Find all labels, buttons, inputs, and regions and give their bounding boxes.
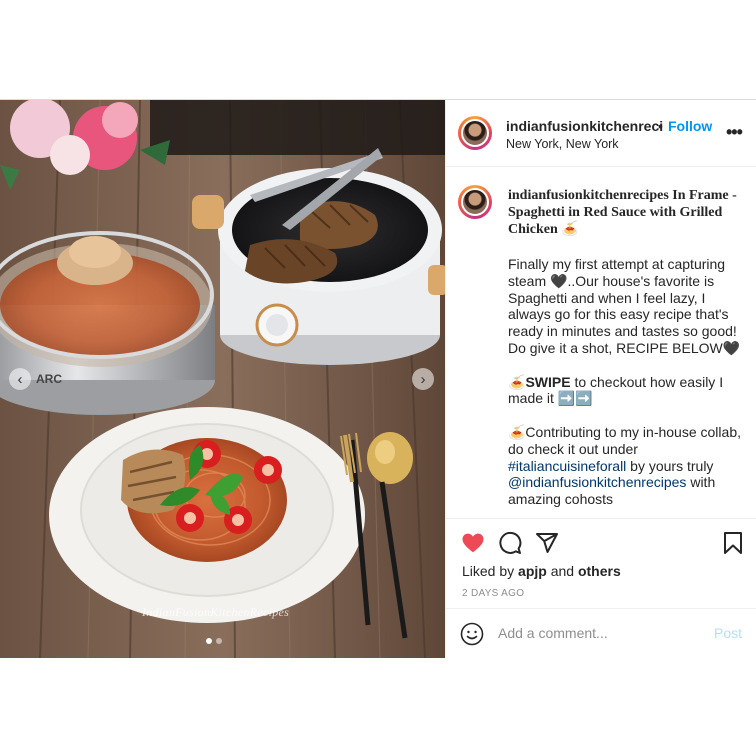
post-photo[interactable]: ARC IndianFusionKitchenRecipes ‹ › xyxy=(0,100,445,658)
likes-summary: Liked by apjp and others xyxy=(462,563,621,579)
caption-title: indianfusionkitchenrecipes In Frame - Sp… xyxy=(508,188,737,237)
follow-button[interactable]: Follow xyxy=(668,118,712,134)
svg-text:ARC: ARC xyxy=(36,372,62,386)
caption-body: Finally my first attempt at capturing st… xyxy=(508,256,743,508)
share-icon[interactable] xyxy=(535,531,559,555)
caption-swipe-emoji: 🍝 xyxy=(508,373,526,390)
post-timestamp[interactable]: 2 DAYS AGO xyxy=(462,588,524,599)
bookmark-icon[interactable] xyxy=(721,531,745,555)
comment-icon[interactable] xyxy=(498,531,522,555)
photo-watermark: IndianFusionKitchenRecipes xyxy=(142,605,290,619)
location-link[interactable]: New York, New York xyxy=(506,137,619,151)
likes-and: and xyxy=(546,563,578,579)
heart-icon[interactable] xyxy=(461,531,485,555)
mention-link[interactable]: @indianfusionkitchenrecipes xyxy=(508,474,686,490)
username-link[interactable]: indianfusionkitchenreci xyxy=(506,118,663,134)
more-options-icon[interactable]: ••• xyxy=(726,122,743,143)
caption-collab-mid: by yours truly xyxy=(626,457,714,474)
caption-swipe-bold: SWIPE xyxy=(525,373,571,390)
carousel-dot-active xyxy=(206,638,212,644)
avatar[interactable] xyxy=(458,185,492,219)
carousel-dot xyxy=(216,638,222,644)
comment-bar: Add a comment... Post xyxy=(446,608,756,659)
caption-scroll-area[interactable]: indianfusionkitchenrecipes In Frame - Sp… xyxy=(446,166,756,518)
comment-input[interactable]: Add a comment... xyxy=(498,625,608,641)
chevron-left-icon[interactable]: ‹ xyxy=(9,368,31,390)
hashtag-link[interactable]: #italiancuisineforall xyxy=(508,458,626,474)
action-bar: Liked by apjp and others 2 DAYS AGO xyxy=(446,518,756,609)
avatar[interactable] xyxy=(458,116,492,150)
food-photo: ARC xyxy=(0,100,445,658)
liker-username-link[interactable]: apjp xyxy=(518,563,547,579)
carousel-dots xyxy=(206,638,222,644)
caption-collab-text: 🍝Contributing to my in-house collab, do … xyxy=(508,423,741,457)
post-comment-button[interactable]: Post xyxy=(714,625,742,641)
instagram-post: ARC IndianFusionKitchenRecipes ‹ › india… xyxy=(0,99,756,658)
chevron-right-icon[interactable]: › xyxy=(412,368,434,390)
post-sidebar: indianfusionkitchenreci • Follow New Yor… xyxy=(445,100,756,658)
post-header: indianfusionkitchenreci • Follow New Yor… xyxy=(446,100,756,167)
smile-icon[interactable] xyxy=(460,622,484,646)
likes-prefix: Liked by xyxy=(462,563,519,579)
separator-dot: • xyxy=(658,118,663,134)
likes-others-link[interactable]: others xyxy=(578,563,621,579)
caption-paragraph: Finally my first attempt at capturing st… xyxy=(508,256,741,356)
